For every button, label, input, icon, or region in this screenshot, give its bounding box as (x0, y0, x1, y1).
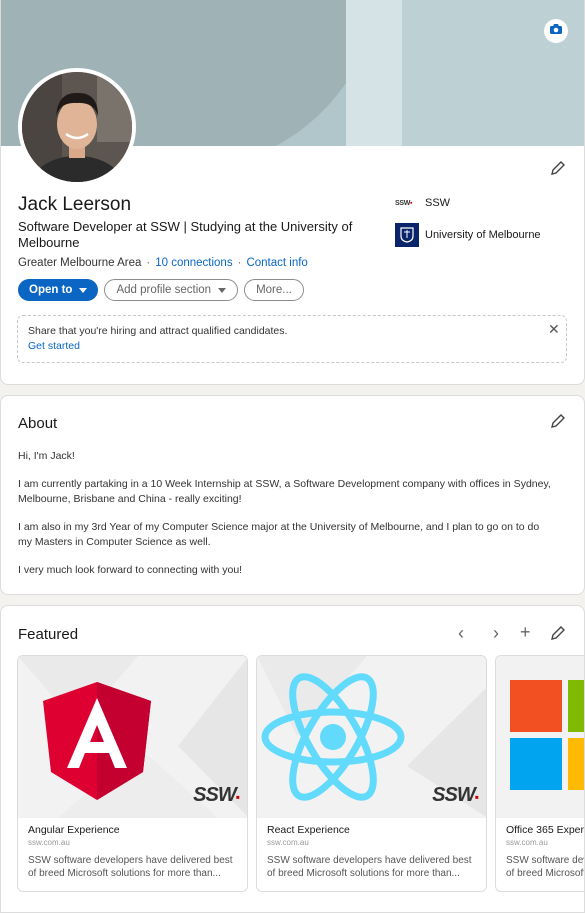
featured-item-description: SSW software developers have delivered b… (267, 855, 472, 879)
close-icon[interactable]: ✕ (548, 321, 560, 338)
about-card: About Hi, I'm Jack! I am currently parta… (0, 395, 585, 595)
about-text: Hi, I'm Jack! I am currently partaking i… (18, 449, 553, 591)
microsoft-logo-icon (510, 680, 584, 795)
profile-photo[interactable] (18, 68, 136, 186)
connections-link[interactable]: 10 connections (155, 257, 232, 269)
camera-icon (549, 22, 563, 40)
caret-down-icon (79, 287, 88, 293)
location-line: Greater Melbourne Area · 10 connections · Co… (18, 257, 308, 269)
profile-card: Jack Leerson Software Developer at SSW |… (0, 0, 585, 385)
profile-name: Jack Leerson (18, 194, 132, 215)
edit-featured-button[interactable] (549, 625, 567, 646)
affiliation-name: University of Melbourne (425, 229, 541, 241)
featured-item-title: React Experience (267, 824, 350, 836)
featured-title: Featured (18, 626, 79, 643)
more-button[interactable]: More... (244, 279, 304, 301)
about-paragraph: Hi, I'm Jack! (18, 450, 75, 462)
featured-item-office365[interactable]: Office 365 Experience ssw.com.au SSW sof… (495, 655, 585, 892)
featured-item-source: ssw.com.au (506, 838, 548, 847)
featured-thumbnail: SSW▪ (18, 656, 247, 818)
featured-item-source: ssw.com.au (267, 838, 309, 847)
pencil-icon (550, 160, 566, 181)
react-logo-icon (260, 672, 406, 807)
featured-item-source: ssw.com.au (28, 838, 70, 847)
open-to-button[interactable]: Open to (18, 279, 99, 301)
about-paragraph: I very much look forward to connecting w… (18, 564, 243, 576)
edit-about-button[interactable] (549, 413, 567, 434)
pencil-icon (550, 625, 566, 646)
featured-card: Featured ‹ › + SSW▪ Angular Experience s… (0, 605, 585, 913)
plus-icon: + (520, 622, 531, 642)
featured-item-description: SSW software developers have delivered b… (28, 855, 233, 879)
profile-location: Greater Melbourne Area (18, 257, 142, 269)
angular-logo-icon (43, 682, 151, 805)
featured-thumbnail (496, 656, 584, 818)
featured-item-react[interactable]: SSW▪ React Experience ssw.com.au SSW sof… (256, 655, 487, 892)
university-crest-icon (395, 223, 419, 247)
hiring-prompt-text: Share that you're hiring and attract qua… (28, 325, 288, 337)
profile-actions: Open to Add profile section More... (18, 279, 310, 301)
affiliation-ssw[interactable]: SSW ▪ SSW (395, 197, 450, 209)
featured-thumbnail: SSW▪ (257, 656, 486, 818)
add-featured-button[interactable]: + (520, 622, 531, 643)
chevron-right-icon[interactable]: › (493, 623, 499, 644)
ssw-logo-icon: SSW▪ (395, 199, 413, 207)
ssw-logo-icon: SSW▪ (432, 784, 479, 806)
get-started-link[interactable]: Get started (28, 340, 80, 352)
chevron-left-icon[interactable]: ‹ (458, 623, 464, 644)
contact-info-link[interactable]: Contact info (246, 257, 307, 269)
featured-item-angular[interactable]: SSW▪ Angular Experience ssw.com.au SSW s… (17, 655, 248, 892)
add-profile-section-button[interactable]: Add profile section (104, 279, 239, 301)
profile-headline: Software Developer at SSW | Studying at … (18, 219, 353, 250)
featured-item-title: Office 365 Experience (506, 824, 585, 836)
hiring-prompt: Share that you're hiring and attract qua… (17, 315, 567, 363)
about-paragraph: I am currently partaking in a 10 Week In… (18, 478, 551, 505)
featured-item-description: SSW software developers have delivered b… (506, 855, 585, 879)
featured-item-title: Angular Experience (28, 824, 120, 836)
about-paragraph: I am also in my 3rd Year of my Computer … (18, 521, 540, 548)
edit-intro-button[interactable] (549, 160, 567, 181)
about-title: About (18, 415, 58, 432)
caret-down-icon (218, 287, 227, 293)
affiliation-name: SSW (425, 197, 451, 209)
ssw-logo-icon: SSW▪ (193, 784, 240, 806)
edit-banner-button[interactable] (544, 19, 568, 43)
affiliation-university[interactable]: University of Melbourne (395, 223, 541, 247)
pencil-icon (550, 413, 566, 434)
